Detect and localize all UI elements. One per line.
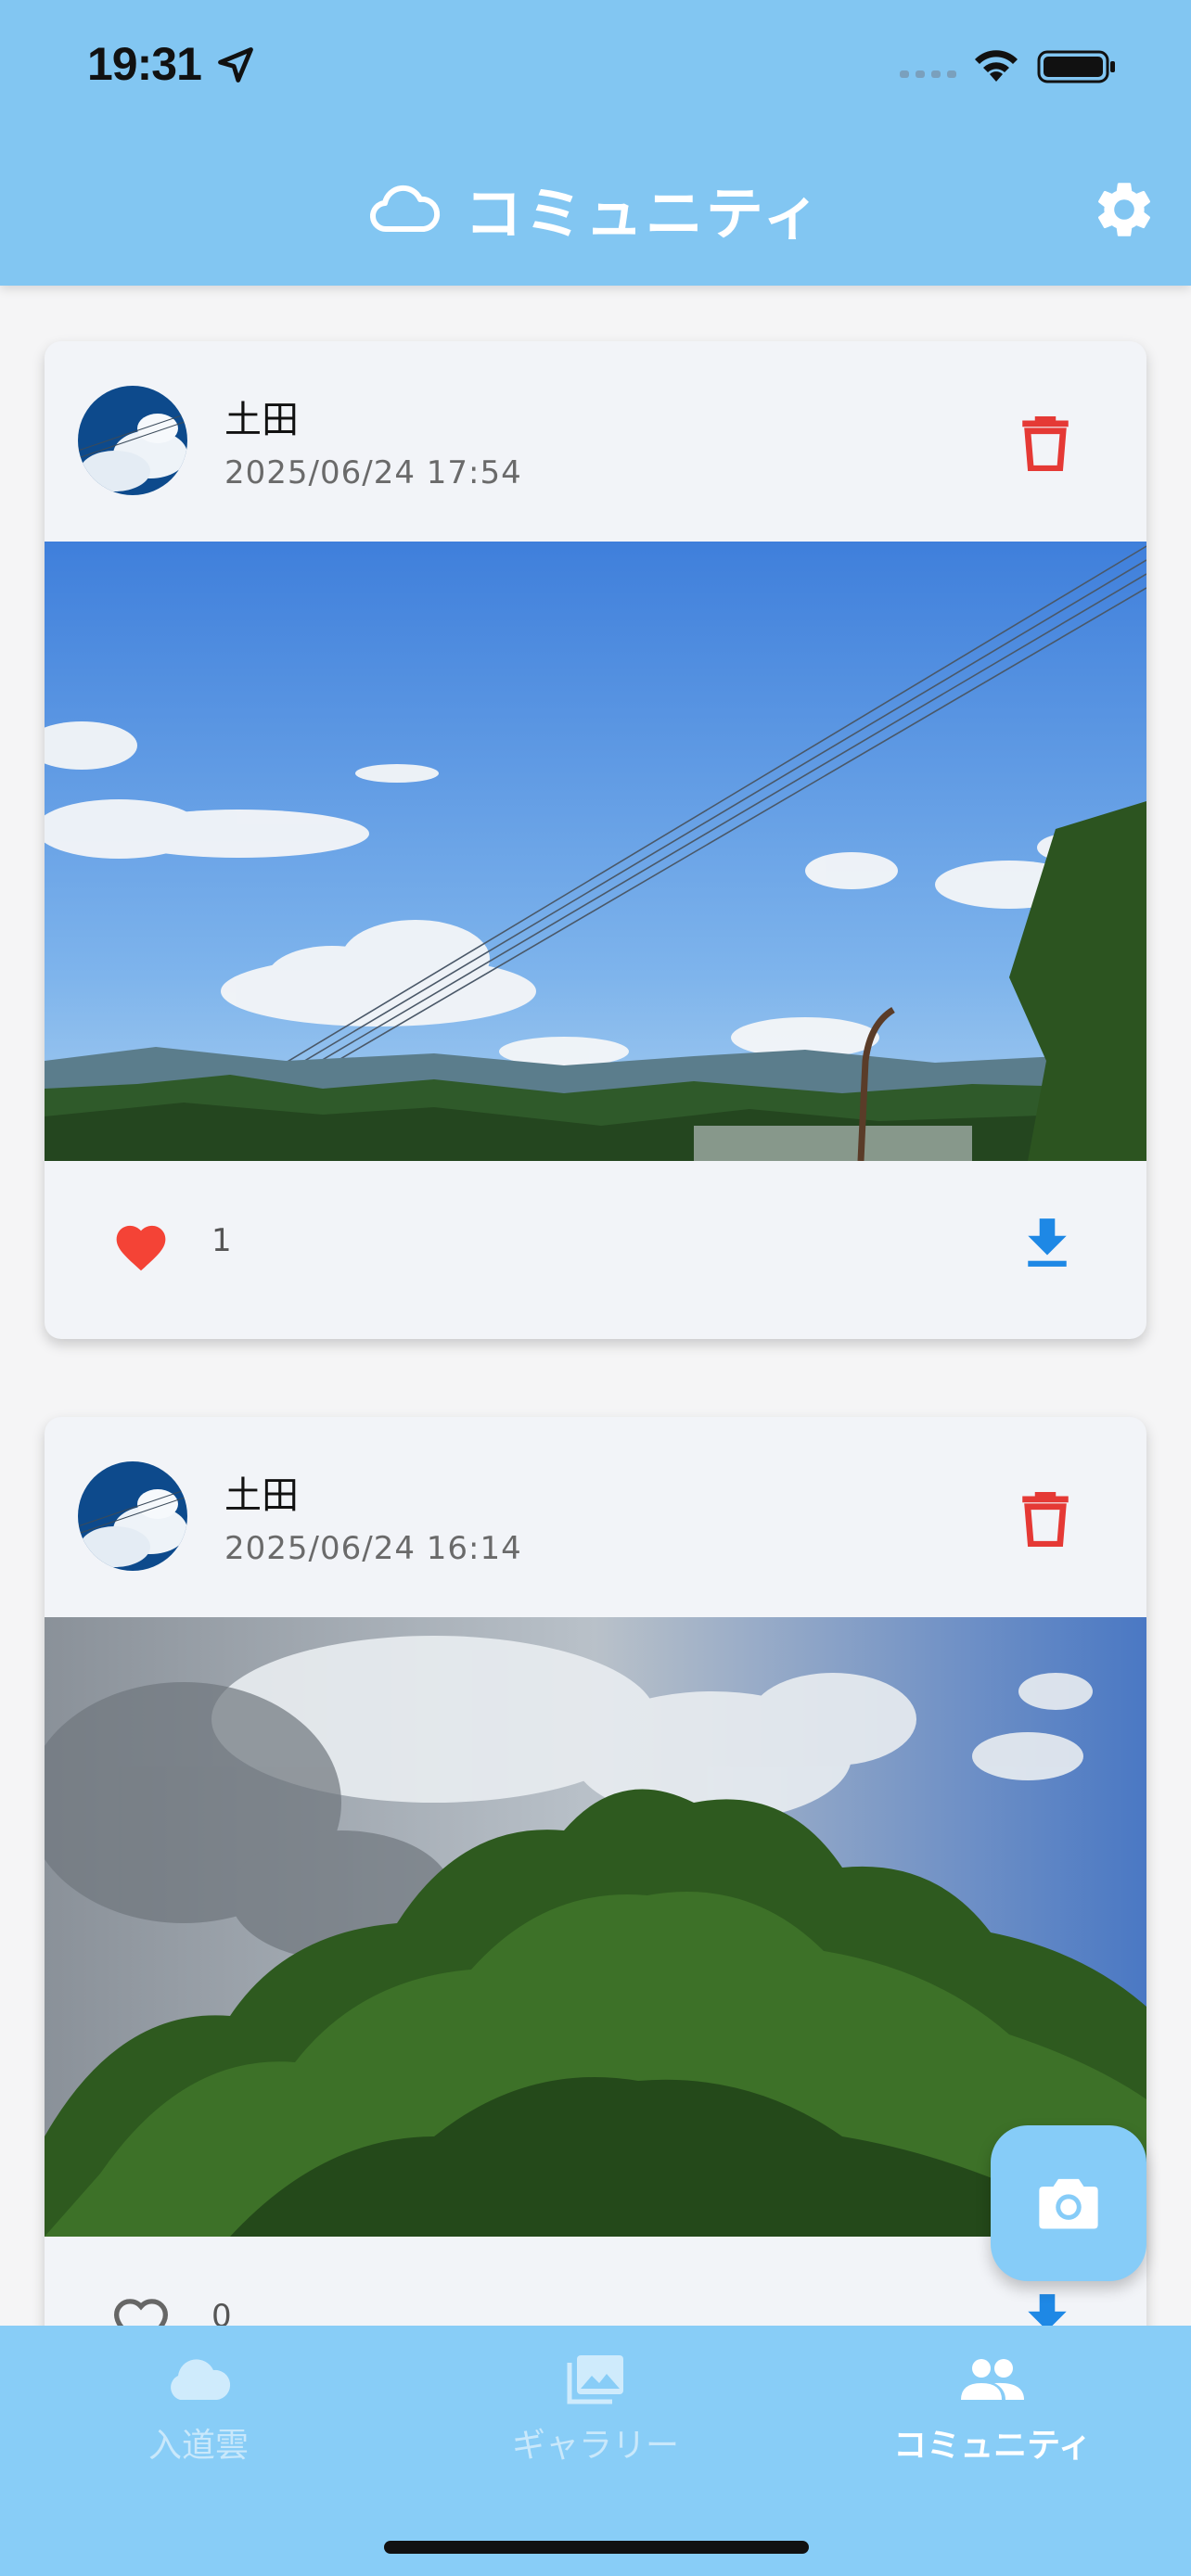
nav-item-gallery[interactable]: ギャラリー — [456, 2352, 735, 2472]
download-icon[interactable] — [1024, 1215, 1070, 1269]
like-count: 1 — [211, 1222, 232, 1259]
nav-label: 入道雲 — [147, 2427, 249, 2465]
nav-item-community[interactable]: コミュニティ — [853, 2352, 1132, 2472]
camera-icon — [1039, 2178, 1098, 2229]
photo-library-icon — [567, 2355, 623, 2404]
page-title: コミュニティ — [464, 180, 824, 248]
people-icon — [961, 2359, 1024, 2400]
cloud-icon — [171, 2359, 231, 2400]
post-card: 土田 2025/06/24 17:54 1 — [45, 341, 1146, 1339]
post-date: 2025/06/24 16:14 — [224, 1530, 522, 1567]
battery-icon — [1037, 50, 1115, 83]
avatar[interactable] — [78, 1461, 187, 1571]
post-photo-sky-clouds[interactable] — [45, 542, 1146, 1161]
post-user-name: 土田 — [224, 1474, 299, 1517]
settings-gear-icon[interactable] — [1091, 176, 1158, 243]
like-heart-icon[interactable] — [111, 1218, 171, 1272]
location-arrow-icon — [218, 47, 253, 83]
post-photo-tree-clouds[interactable] — [45, 1617, 1146, 2237]
post-date: 2025/06/24 17:54 — [224, 454, 522, 491]
nav-label: ギャラリー — [511, 2427, 679, 2465]
avatar[interactable] — [78, 386, 187, 495]
status-time: 19:31 — [87, 38, 202, 90]
delete-trash-icon[interactable] — [1020, 412, 1070, 471]
delete-trash-icon[interactable] — [1020, 1487, 1070, 1547]
cellular-signal-icon — [900, 70, 956, 78]
home-indicator — [384, 2541, 809, 2554]
wifi-icon — [975, 50, 1018, 82]
app-header: 19:31 コミュニティ — [0, 0, 1191, 286]
post-user-name: 土田 — [224, 399, 299, 441]
bottom-navigation: 入道雲 ギャラリー コミュニティ — [0, 2326, 1191, 2576]
header-title-group: コミュニティ — [0, 167, 1191, 250]
nav-item-nyudougumo[interactable]: 入道雲 — [59, 2352, 338, 2472]
nav-label: コミュニティ — [893, 2427, 1092, 2465]
cloud-outline-icon — [369, 185, 440, 233]
camera-fab-button[interactable] — [991, 2125, 1146, 2281]
